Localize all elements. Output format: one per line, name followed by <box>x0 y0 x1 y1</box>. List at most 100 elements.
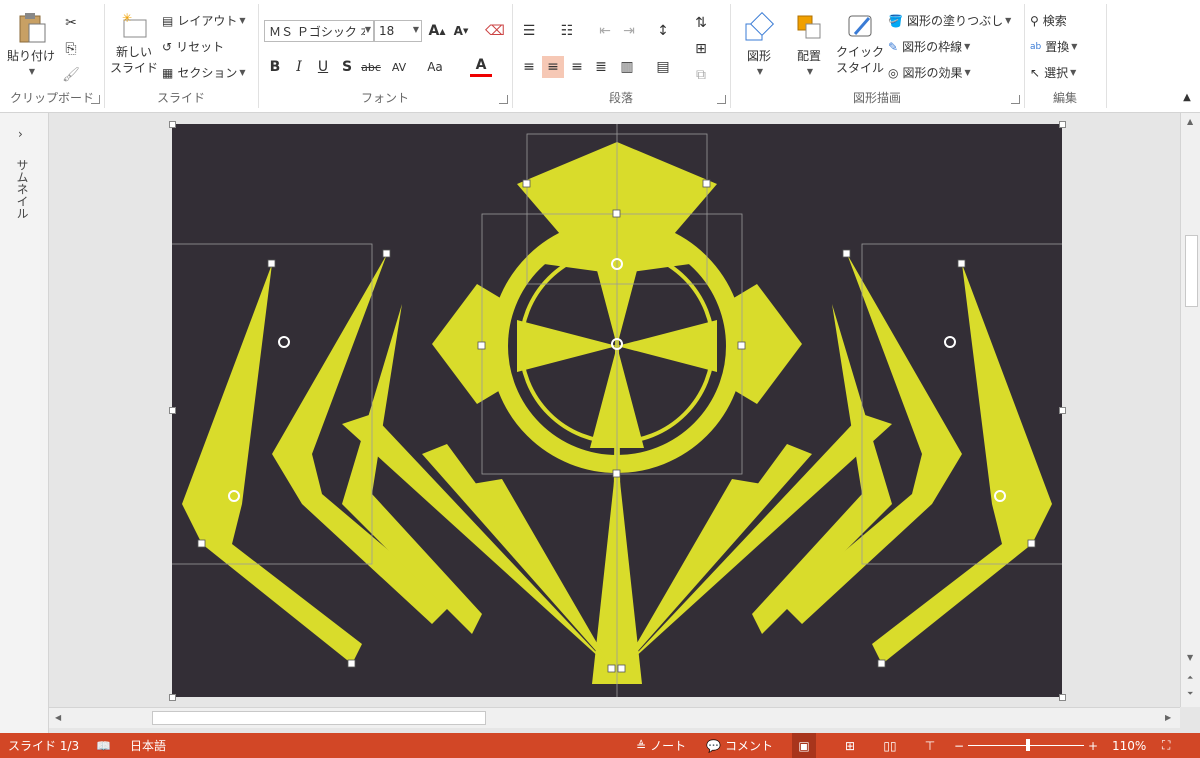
pen-icon: ✎ <box>888 39 899 54</box>
shape-outline-button[interactable]: ✎ 図形の枠線 ▼ <box>888 38 970 55</box>
paragraph-launcher-icon[interactable] <box>717 95 726 104</box>
shapes-icon <box>745 11 775 41</box>
smartart-icon[interactable]: ⧉ <box>690 64 712 86</box>
chevron-down-icon: ▼ <box>964 42 971 51</box>
grow-font-icon[interactable]: A ▲ <box>426 20 448 42</box>
notes-button[interactable]: ≜ ノート <box>636 733 686 758</box>
copy-icon[interactable]: ⎘ <box>60 38 82 60</box>
font-name-value: ＭＳ Ｐゴシック 本 <box>269 24 365 39</box>
slideshow-icon[interactable]: ⊤ <box>918 733 942 758</box>
select-button[interactable]: ↖ 選択 ▼ <box>1030 64 1076 81</box>
collapse-ribbon-icon[interactable]: ▲ <box>1176 86 1198 108</box>
clipboard-launcher-icon[interactable] <box>91 95 100 104</box>
emblem-artwork[interactable] <box>172 124 1062 697</box>
replace-button[interactable]: ab 置換 ▼ <box>1030 38 1077 55</box>
shape-effects-button[interactable]: ◎ 図形の効果 ▼ <box>888 64 971 81</box>
normal-view-icon[interactable]: ▣ <box>792 733 816 758</box>
columns-icon[interactable]: ▤ <box>652 56 674 78</box>
bold-icon[interactable]: B <box>264 56 286 78</box>
quick-styles-button[interactable]: クイック スタイル <box>834 12 886 76</box>
clear-format-icon[interactable]: ⌫ <box>484 20 506 42</box>
replace-icon: ab <box>1030 41 1042 52</box>
slide-resize-handle[interactable] <box>1059 407 1066 414</box>
language-indicator[interactable]: 日本語 <box>130 733 166 758</box>
underline-icon[interactable]: U <box>312 56 334 78</box>
slide-resize-handle[interactable] <box>169 694 176 701</box>
vertex-handle <box>347 659 356 668</box>
character-spacing-icon[interactable]: AV <box>388 56 410 78</box>
line-spacing-icon[interactable]: ↕ <box>652 20 674 42</box>
comments-button[interactable]: 💬 コメント <box>706 733 773 758</box>
vertical-scroll-thumb[interactable] <box>1185 235 1198 307</box>
scroll-left-icon[interactable]: ◀ <box>55 713 61 722</box>
clipboard-group-label: クリップボード <box>9 91 94 105</box>
italic-icon[interactable]: I <box>288 56 310 78</box>
distributed-icon[interactable]: ▥ <box>616 56 638 78</box>
zoom-in-icon[interactable]: + <box>1088 733 1098 758</box>
spell-check-icon[interactable]: 📖 <box>96 733 111 758</box>
layout-button[interactable]: ▤ レイアウト ▼ <box>162 12 246 29</box>
slide-canvas[interactable] <box>172 124 1062 697</box>
slide-sorter-icon[interactable]: ⊞ <box>838 733 862 758</box>
zoom-level[interactable]: 110% <box>1112 733 1146 758</box>
reading-view-icon[interactable]: ▯▯ <box>878 733 902 758</box>
slide-resize-handle[interactable] <box>1059 694 1066 701</box>
vertex-handle <box>957 259 966 268</box>
font-group-label: フォント <box>360 91 409 105</box>
chevron-down-icon: ▼ <box>364 25 371 34</box>
reset-button[interactable]: ↺ リセット <box>162 38 224 55</box>
next-slide-icon[interactable]: ⏷ <box>1187 689 1193 699</box>
vertical-scrollbar[interactable]: ▲ ▼ ⏶ ⏷ <box>1180 113 1200 707</box>
shapes-button[interactable]: 図形 ▼ <box>734 11 784 80</box>
horizontal-scroll-thumb[interactable] <box>152 711 486 725</box>
find-button[interactable]: ⚲ 検索 <box>1030 12 1067 29</box>
increase-indent-icon[interactable]: ⇥ <box>618 20 640 42</box>
font-name-combo[interactable]: ＭＳ Ｐゴシック 本 ▼ <box>264 20 374 42</box>
section-button[interactable]: ▦ セクション ▼ <box>162 64 246 81</box>
fit-to-window-icon[interactable]: ⛶ <box>1162 733 1170 758</box>
font-launcher-icon[interactable] <box>499 95 508 104</box>
slide-indicator[interactable]: スライド 1/3 <box>8 733 79 758</box>
format-painter-icon[interactable]: 🖌 <box>60 64 82 86</box>
align-center-icon[interactable]: ≡ <box>542 56 564 78</box>
scroll-down-icon[interactable]: ▼ <box>1187 653 1193 662</box>
bullets-icon[interactable]: ☰ <box>518 20 540 42</box>
slide-resize-handle[interactable] <box>169 121 176 128</box>
zoom-out-icon[interactable]: − <box>954 733 964 758</box>
scroll-up-icon[interactable]: ▲ <box>1187 117 1193 126</box>
paste-button[interactable]: 貼り付け ▼ <box>4 10 58 80</box>
thumbnail-pane: › サムネイル <box>0 113 49 733</box>
previous-slide-icon[interactable]: ⏶ <box>1187 673 1193 683</box>
shadow-icon[interactable]: S <box>336 56 358 78</box>
chevron-down-icon: ▼ <box>239 16 246 25</box>
new-slide-button[interactable]: ✳ 新しい スライド <box>108 11 160 76</box>
justify-icon[interactable]: ≣ <box>590 56 612 78</box>
font-size-value: 18 <box>379 24 395 38</box>
decrease-indent-icon[interactable]: ⇤ <box>594 20 616 42</box>
vertex-handle <box>617 664 626 673</box>
zoom-slider-thumb[interactable] <box>1026 739 1030 751</box>
numbering-icon[interactable]: ☷ <box>556 20 578 42</box>
align-text-icon[interactable]: ⊞ <box>690 38 712 60</box>
slide-resize-handle[interactable] <box>1059 121 1066 128</box>
slide-resize-handle[interactable] <box>169 407 176 414</box>
cut-icon[interactable]: ✂ <box>60 12 82 34</box>
vertex-handle <box>607 664 616 673</box>
align-right-icon[interactable]: ≡ <box>566 56 588 78</box>
font-color-icon[interactable]: A <box>470 56 492 77</box>
font-size-combo[interactable]: 18 ▼ <box>374 20 422 42</box>
horizontal-scrollbar[interactable]: ◀ ▶ <box>49 707 1180 728</box>
align-left-icon[interactable]: ≡ <box>518 56 540 78</box>
drawing-launcher-icon[interactable] <box>1011 95 1020 104</box>
scroll-right-icon[interactable]: ▶ <box>1165 713 1171 722</box>
chevron-down-icon: ▼ <box>1070 68 1077 77</box>
expand-thumbnails-icon[interactable]: › <box>18 127 23 141</box>
shape-fill-button[interactable]: 🪣 図形の塗りつぶし ▼ <box>888 12 1011 29</box>
shrink-font-icon[interactable]: A ▼ <box>450 20 472 42</box>
clipboard-group: 貼り付け ▼ ✂ ⎘ 🖌 クリップボード <box>0 4 105 108</box>
change-case-icon[interactable]: Aa <box>424 56 446 78</box>
notes-label: ノート <box>650 739 687 753</box>
strikethrough-icon[interactable]: abc <box>360 56 382 78</box>
text-direction-icon[interactable]: ⇅ <box>690 12 712 34</box>
arrange-button[interactable]: 配置 ▼ <box>784 12 834 80</box>
